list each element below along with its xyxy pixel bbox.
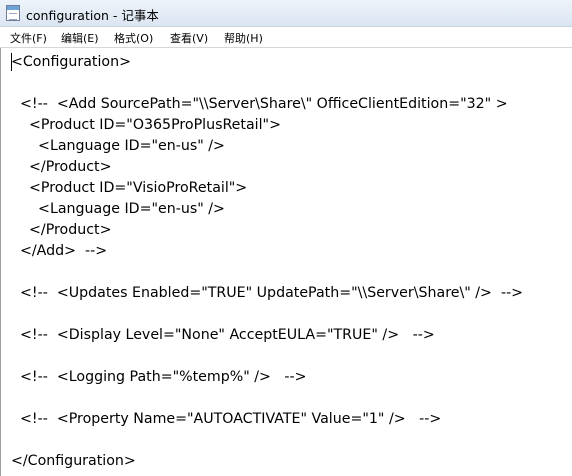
menu-bar: 文件(F) 编辑(E) 格式(O) 查看(V) 帮助(H) [0,27,572,48]
menu-help[interactable]: 帮助(H) [224,30,263,46]
editor-line: <!-- <Property Name="AUTOACTIVATE" Value… [11,411,442,427]
editor-line: <Language ID="en-us" /> [11,201,225,217]
menu-edit[interactable]: 编辑(E) [61,30,99,46]
menu-format[interactable]: 格式(O) [114,30,153,46]
editor-line: <!-- <Display Level="None" AcceptEULA="T… [11,327,435,343]
editor-line: </Configuration> [11,453,136,469]
editor-line: <Language ID="en-us" /> [11,138,225,154]
editor-line: <!-- <Updates Enabled="TRUE" UpdatePath=… [11,285,524,301]
editor-line: <Configuration> [11,54,131,70]
editor-line: <!-- <Logging Path="%temp%" /> --> [11,369,307,385]
editor-line: </Product> [11,222,112,238]
notepad-icon [6,5,20,21]
window-title: configuration - 记事本 [26,8,159,23]
title-bar[interactable]: configuration - 记事本 [0,0,572,27]
editor-line: </Add> --> [11,243,108,259]
text-editor-area[interactable]: <Configuration> <!-- <Add SourcePath="\\… [0,48,572,476]
notepad-window: configuration - 记事本 文件(F) 编辑(E) 格式(O) 查看… [0,0,572,476]
menu-file[interactable]: 文件(F) [10,30,47,46]
editor-line: <!-- <Add SourcePath="\\Server\Share\" O… [11,96,508,112]
editor-line: <Product ID="O365ProPlusRetail"> [11,117,281,133]
editor-line: <Product ID="VisioProRetail"> [11,180,248,196]
editor-line: </Product> [11,159,112,175]
menu-view[interactable]: 查看(V) [170,30,208,46]
